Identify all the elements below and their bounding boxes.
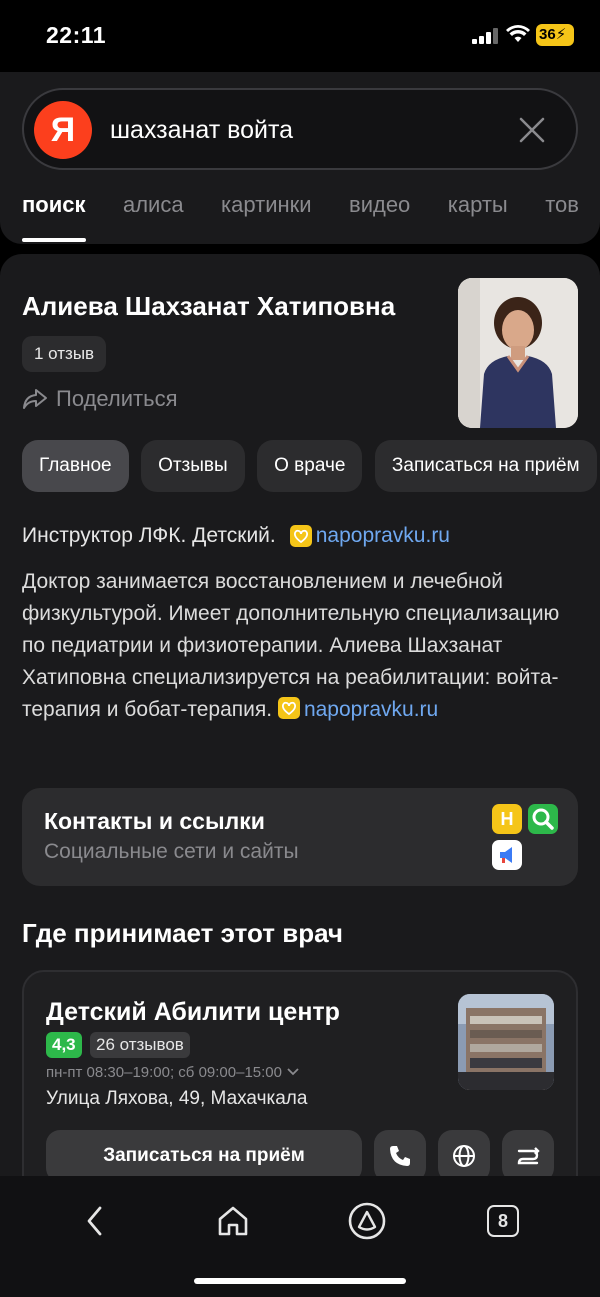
yandex-logo-icon[interactable]: Я xyxy=(34,101,92,159)
clock: 22:11 xyxy=(46,22,107,48)
clinic-reviews-badge[interactable]: 26 отзывов xyxy=(90,1032,190,1058)
source-link[interactable]: napopravku.ru xyxy=(316,524,450,548)
pill-book[interactable]: Записаться на приём xyxy=(374,440,597,492)
pill-main[interactable]: Главное xyxy=(22,440,129,492)
close-icon[interactable] xyxy=(516,114,548,146)
alice-icon xyxy=(348,1202,386,1240)
clinic-photo[interactable] xyxy=(458,994,554,1090)
share-label: Поделиться xyxy=(56,386,178,411)
doctor-name: Алиева Шахзанат Хатиповна xyxy=(22,291,396,321)
doctor-specialty: Инструктор ЛФК. Детский. napopravku.ru xyxy=(22,524,592,548)
home-indicator[interactable] xyxy=(194,1278,406,1284)
clinic-card[interactable]: Детский Абилити центр 4,3 26 отзывов пн-… xyxy=(22,970,578,1184)
contacts-title: Контакты и ссылки xyxy=(44,808,265,834)
doctor-card: Алиева Шахзанат Хатиповна 1 отзыв Подели… xyxy=(0,254,600,1184)
share-icon xyxy=(23,389,47,409)
search-header: Я шахзанат войта поиск алиса картинки ви… xyxy=(0,72,600,244)
open-tabs-button[interactable]: 8 xyxy=(478,1196,528,1246)
share-button[interactable]: Поделиться xyxy=(22,386,177,412)
pill-about[interactable]: О враче xyxy=(257,440,363,492)
doctor-photo[interactable] xyxy=(458,278,578,428)
tab-images[interactable]: картинки xyxy=(221,192,312,242)
search-tabs: поиск алиса картинки видео карты тов xyxy=(22,192,600,242)
napopravku-icon xyxy=(277,697,300,719)
search-query[interactable]: шахзанат войта xyxy=(110,116,293,145)
source-link[interactable]: napopravku.ru xyxy=(304,698,438,721)
search-icon xyxy=(528,804,558,834)
hours-text: пн-пт 08:30–19:00; сб 09:00–15:00 xyxy=(46,1064,282,1081)
battery-indicator: 36⚡ xyxy=(536,24,574,46)
home-button[interactable] xyxy=(208,1196,258,1246)
book-appointment-button[interactable]: Записаться на приём xyxy=(46,1130,362,1182)
napopravku-icon xyxy=(289,525,312,547)
tab-maps[interactable]: карты xyxy=(448,192,508,242)
call-button[interactable] xyxy=(374,1130,426,1182)
cellular-signal-icon xyxy=(472,28,498,44)
chevron-down-icon xyxy=(287,1068,299,1076)
megaphone-icon xyxy=(492,840,522,870)
tab-goods[interactable]: тов xyxy=(545,192,579,242)
wifi-icon xyxy=(506,25,530,42)
website-button[interactable] xyxy=(438,1130,490,1182)
globe-icon xyxy=(453,1145,475,1167)
where-title: Где принимает этот врач xyxy=(22,918,343,948)
browser-bottom-bar: 8 xyxy=(0,1176,600,1297)
back-button[interactable] xyxy=(70,1196,120,1246)
tab-video[interactable]: видео xyxy=(349,192,410,242)
charging-icon: ⚡ xyxy=(555,26,567,43)
phone-icon xyxy=(390,1146,410,1166)
contacts-and-links-card[interactable]: Контакты и ссылки Социальные сети и сайт… xyxy=(22,788,578,886)
contacts-subtitle: Социальные сети и сайты xyxy=(44,840,299,863)
doctor-section-tabs: Главное Отзывы О враче Записаться на при… xyxy=(22,440,600,492)
home-icon xyxy=(218,1206,248,1236)
rating-badge: 4,3 xyxy=(46,1032,82,1058)
status-bar: 22:11 36⚡ xyxy=(0,0,600,72)
battery-level: 36 xyxy=(539,26,556,43)
reviews-count-badge[interactable]: 1 отзыв xyxy=(22,336,107,372)
tabs-count: 8 xyxy=(487,1205,519,1237)
specialty-text: Инструктор ЛФК. Детский. xyxy=(22,524,276,547)
route-icon xyxy=(517,1147,540,1165)
search-input[interactable]: Я шахзанат войта xyxy=(22,88,578,170)
route-button[interactable] xyxy=(502,1130,554,1182)
clinic-name[interactable]: Детский Абилити центр xyxy=(46,998,340,1027)
chevron-left-icon xyxy=(87,1206,102,1236)
clinic-address: Улица Ляхова, 49, Махачкала xyxy=(46,1088,308,1109)
clinic-hours[interactable]: пн-пт 08:30–19:00; сб 09:00–15:00 xyxy=(46,1064,300,1081)
pill-reviews[interactable]: Отзывы xyxy=(141,440,245,492)
tab-alice[interactable]: алиса xyxy=(123,192,184,242)
alice-button[interactable] xyxy=(342,1196,392,1246)
tab-search[interactable]: поиск xyxy=(22,192,86,242)
doctor-description: Доктор занимается восстановлением и лече… xyxy=(22,566,582,726)
napopravku-letter-icon: Н xyxy=(492,804,522,834)
